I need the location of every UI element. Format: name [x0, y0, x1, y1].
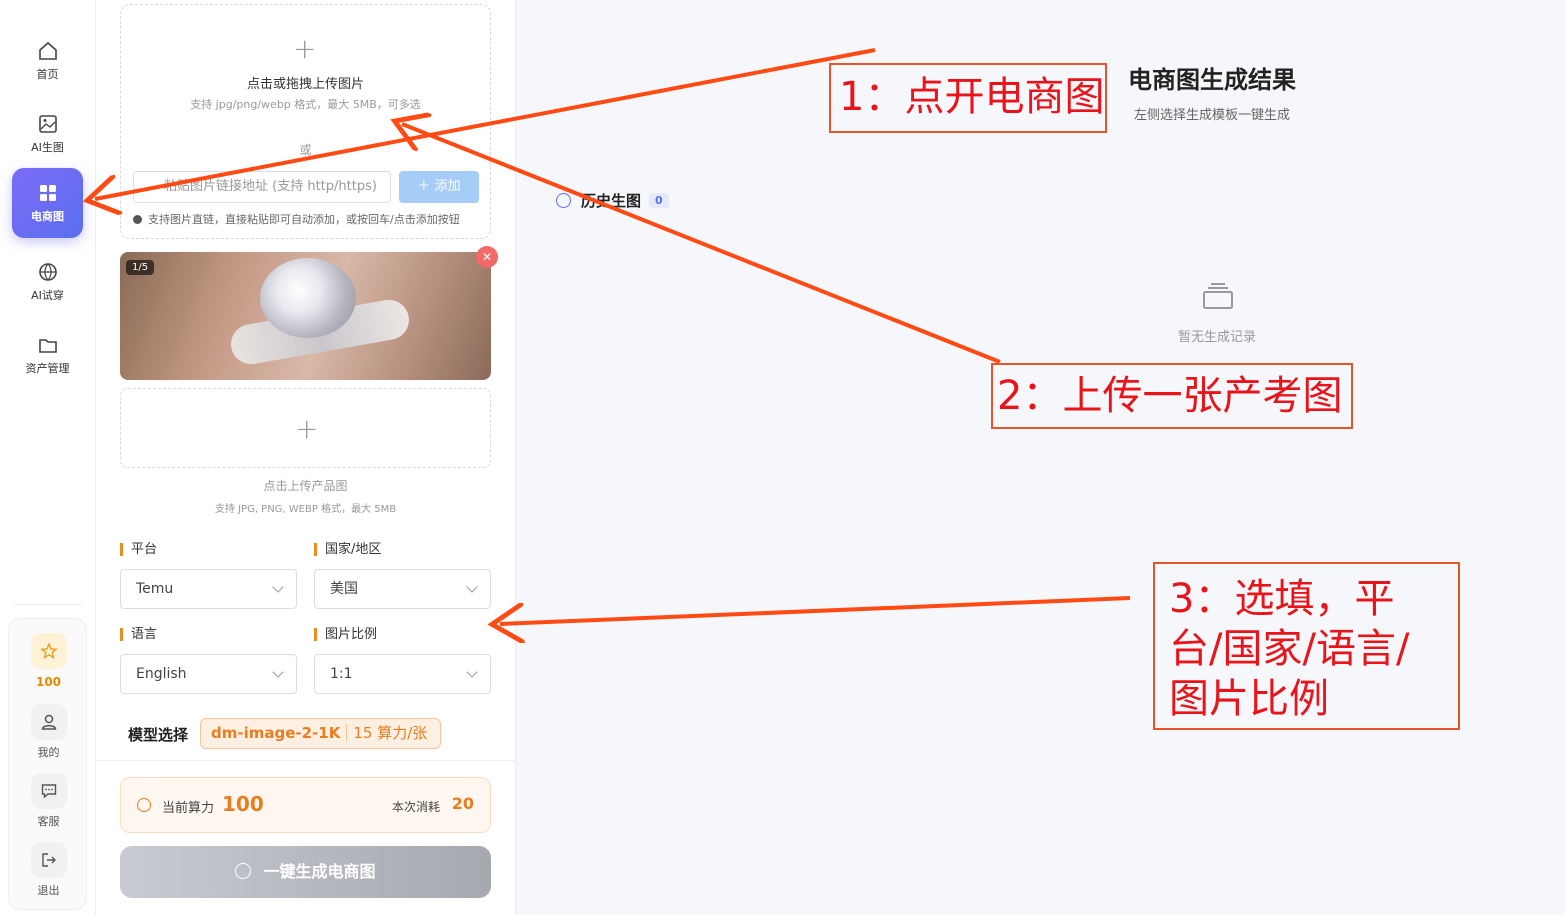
clock-icon — [556, 193, 571, 208]
platform-label: 平台 — [120, 543, 157, 556]
plus-icon: + — [293, 32, 317, 65]
annotation-step1: 1：点开电商图 — [829, 63, 1107, 133]
country-label: 国家/地区 — [314, 543, 381, 556]
credits-count: 100 — [35, 675, 62, 689]
product-upload-subtitle: 支持 JPG, PNG, WEBP 格式，最大 5MB — [214, 504, 397, 515]
diamond-shape — [260, 258, 356, 338]
language-label: 语言 — [120, 628, 157, 641]
model-label: 模型选择 — [128, 726, 189, 744]
nav-label-ai-image: AI生图 — [31, 141, 64, 154]
nav-item-ecommerce[interactable]: 电商图 — [12, 168, 83, 238]
product-upload-dropzone[interactable]: + — [120, 388, 491, 468]
mine-label: 我的 — [37, 746, 60, 759]
country-select[interactable]: 美国 — [314, 569, 491, 609]
upload-subtitle: 支持 jpg/png/webp 格式，最大 5MB，可多选 — [190, 98, 421, 111]
cost-value: 20 — [451, 794, 474, 813]
image-icon — [38, 115, 57, 133]
current-credits-label: 当前算力 — [162, 801, 215, 816]
chevron-down-icon — [272, 581, 284, 593]
annotation-step3: 3：选填，平台/国家/语言/图片比例 — [1153, 562, 1460, 730]
language-value: English — [136, 666, 187, 682]
uploaded-image-thumbnail[interactable]: 1/5 — [120, 252, 491, 380]
service-button[interactable]: 客服 — [9, 773, 88, 829]
generate-label: 一键生成电商图 — [263, 862, 376, 881]
delete-image-icon[interactable]: ✕ — [476, 246, 498, 268]
upload-dropzone[interactable]: + 点击或拖拽上传图片 支持 jpg/png/webp 格式，最大 5MB，可多… — [120, 4, 491, 239]
nav-divider — [14, 604, 82, 605]
empty-box-icon — [1203, 283, 1233, 309]
generate-button[interactable]: 一键生成电商图 — [120, 846, 491, 898]
chevron-down-icon — [272, 666, 284, 678]
current-credits-value: 100 — [222, 792, 264, 816]
star-icon — [30, 633, 67, 669]
history-count-badge: 0 — [649, 193, 669, 208]
result-area: 电商图生成结果 左侧选择生成模板一键生成 历史生图 0 暂无生成记录 — [516, 0, 1565, 915]
result-title: 电商图生成结果 — [1128, 66, 1296, 94]
credits-button[interactable]: 100 — [9, 633, 88, 689]
result-subtitle: 左侧选择生成模板一键生成 — [1134, 108, 1291, 123]
logout-icon — [30, 842, 67, 878]
nav-bottom-group: 100 我的 客服 退出 — [8, 618, 87, 910]
user-icon — [30, 704, 67, 740]
ratio-label: 图片比例 — [314, 628, 377, 641]
language-select[interactable]: English — [120, 654, 297, 694]
plus-icon: + — [295, 412, 319, 445]
grid-icon — [39, 185, 56, 201]
ball-icon — [38, 263, 57, 281]
nav-label-ai-tryon: AI试穿 — [31, 289, 64, 302]
model-chip[interactable]: dm-image-2-1K 15 算力/张 — [200, 718, 441, 749]
folder-icon — [38, 339, 57, 353]
ratio-select[interactable]: 1:1 — [314, 654, 491, 694]
product-upload-title: 点击上传产品图 — [263, 479, 348, 493]
info-icon — [133, 215, 142, 224]
nav-label-home: 首页 — [36, 68, 59, 81]
add-url-button[interactable]: ＋ 添加 — [399, 171, 479, 203]
ratio-value: 1:1 — [330, 666, 353, 682]
nav-item-assets[interactable]: 资产管理 — [12, 320, 83, 390]
upload-hint-text: 支持图片直链，直接粘贴即可自动添加，或按回车/点击添加按钮 — [148, 213, 460, 226]
chevron-down-icon — [466, 666, 478, 678]
mine-button[interactable]: 我的 — [9, 704, 88, 760]
service-label: 客服 — [37, 815, 60, 828]
nav-label-ecommerce: 电商图 — [31, 210, 64, 223]
url-input[interactable]: 粘贴图片链接地址 (支持 http/https) — [133, 171, 391, 203]
nav-item-home[interactable]: 首页 — [12, 26, 83, 96]
left-nav: 首页 AI生图 电商图 AI试穿 资产管理 100 我的 客服 退出 — [0, 0, 96, 915]
nav-label-assets: 资产管理 — [25, 362, 70, 375]
add-plus-icon: ＋ — [417, 179, 435, 194]
upload-title: 点击或拖拽上传图片 — [246, 77, 364, 92]
upload-hint: 支持图片直链，直接粘贴即可自动添加，或按回车/点击添加按钮 — [133, 211, 460, 227]
empty-text: 暂无生成记录 — [1178, 330, 1257, 345]
config-panel: + 点击或拖拽上传图片 支持 jpg/png/webp 格式，最大 5MB，可多… — [96, 0, 516, 915]
history-header[interactable]: 历史生图 0 — [556, 190, 669, 211]
model-cost: 15 算力/张 — [353, 724, 428, 742]
image-index-badge: 1/5 — [126, 260, 155, 275]
add-button-label: 添加 — [434, 179, 461, 194]
nav-item-ai-tryon[interactable]: AI试穿 — [12, 247, 83, 317]
play-icon — [235, 863, 252, 879]
model-name: dm-image-2-1K — [201, 724, 348, 742]
chevron-down-icon — [466, 581, 478, 593]
platform-value: Temu — [136, 581, 174, 597]
cost-label: 本次消耗 — [391, 800, 440, 814]
panel-divider — [96, 760, 516, 761]
history-label: 历史生图 — [581, 192, 642, 210]
logout-button[interactable]: 退出 — [9, 842, 88, 898]
country-value: 美国 — [330, 581, 358, 597]
home-icon — [38, 41, 57, 60]
annotation-step2: 2：上传一张产考图 — [991, 363, 1353, 429]
credit-summary: 当前算力 100 本次消耗 20 — [120, 777, 491, 833]
nav-item-ai-image[interactable]: AI生图 — [12, 99, 83, 169]
logout-label: 退出 — [37, 884, 60, 897]
or-divider: 或 — [299, 143, 312, 157]
coin-icon — [137, 798, 151, 812]
chat-icon — [30, 773, 67, 809]
platform-select[interactable]: Temu — [120, 569, 297, 609]
